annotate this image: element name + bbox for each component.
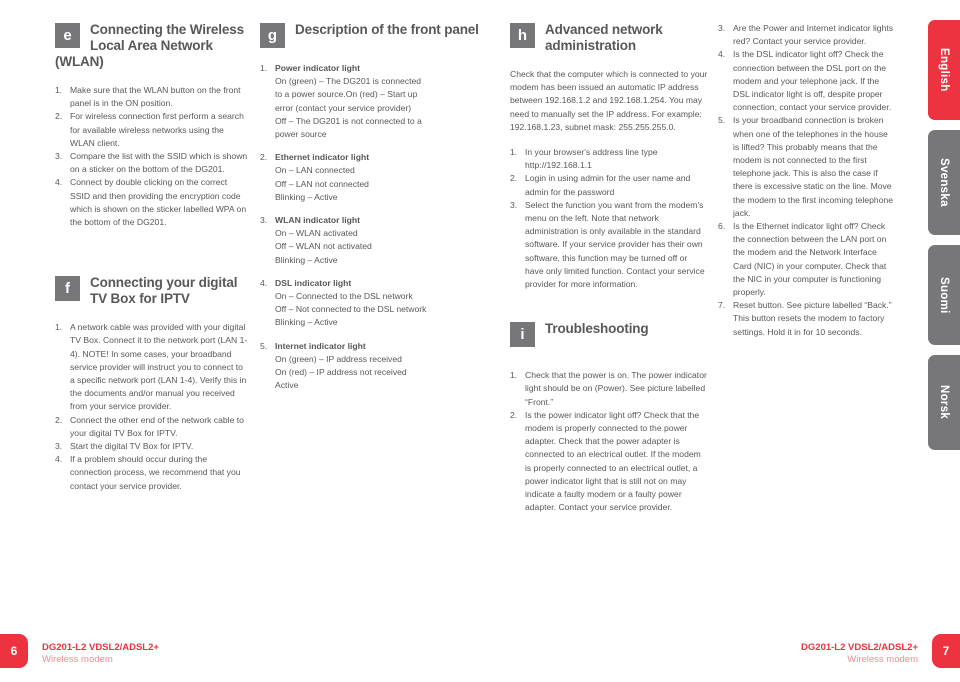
list-item: Is the DSL indicator light off? Check th… (718, 48, 892, 113)
column-three: h Advanced network administration Check … (510, 22, 718, 514)
tab-english[interactable]: English (928, 20, 960, 120)
indicator-line: Off – Not connected to the DSL network (275, 304, 427, 315)
indicator-line: Blinking – Active (275, 317, 338, 328)
list-item: Are the Power and Internet indicator lig… (718, 22, 894, 47)
indicator-line: Blinking – Active (275, 254, 338, 265)
section-title-h: Advanced network administration (545, 22, 663, 53)
tab-english-label: English (938, 48, 950, 92)
indicator-heading: DSL indicator light (275, 277, 352, 288)
section-badge-g: g (260, 23, 285, 48)
section-i-steps-right: Are the Power and Internet indicator lig… (718, 22, 896, 339)
indicator-line: to a power source.On (red) – Start up (275, 89, 418, 100)
indicator-heading: Power indicator light (275, 63, 360, 73)
section-badge-h: h (510, 23, 535, 48)
tab-svenska[interactable]: Svenska (928, 130, 960, 235)
footer-left: 6 DG201-L2 VDSL2/ADSL2+ Wireless modem (0, 634, 159, 668)
section-e-steps: Make sure that the WLAN button on the fr… (55, 84, 248, 229)
section-f-steps: A network cable was provided with your d… (55, 321, 248, 493)
list-item: A network cable was provided with your d… (55, 321, 248, 412)
language-tab-strip: English Svenska Suomi Norsk (928, 20, 960, 460)
indicator-line: On – WLAN activated (275, 228, 358, 239)
indicator-line: error (contact your service provider) (275, 102, 412, 113)
column-one: e Connecting the Wireless Local Area Net… (55, 22, 260, 493)
section-h-intro: Check that the computer which is connect… (510, 69, 708, 132)
section-heading-e: e Connecting the Wireless Local Area Net… (55, 22, 248, 70)
section-heading-h: h Advanced network administration (510, 22, 708, 54)
list-item: Select the function you want from the mo… (510, 199, 705, 290)
list-item: Connect by double clicking on the correc… (55, 176, 247, 228)
list-item: Internet indicator light On (green) – IP… (260, 340, 498, 393)
tab-suomi-label: Suomi (938, 276, 950, 314)
section-i-steps-left: Check that the power is on. The power in… (510, 369, 708, 514)
list-item: Check that the power is on. The power in… (510, 369, 707, 407)
section-title-g: Description of the front panel (295, 22, 479, 37)
section-heading-f: f Connecting your digital TV Box for IPT… (55, 275, 248, 307)
tab-norsk[interactable]: Norsk (928, 355, 960, 450)
indicator-line: Active (275, 380, 299, 391)
list-item: Ethernet indicator light On – LAN connec… (260, 151, 498, 204)
page-number-right: 7 (932, 634, 960, 668)
footer-right-subtitle: Wireless modem (847, 654, 918, 665)
list-item: Login in using admin for the user name a… (510, 172, 691, 197)
indicator-line: power source (275, 129, 327, 140)
tab-svenska-label: Svenska (938, 158, 950, 207)
indicator-heading: Ethernet indicator light (275, 152, 370, 163)
list-item: Power indicator light On (green) – The D… (260, 62, 498, 141)
list-item: Make sure that the WLAN button on the fr… (55, 84, 241, 109)
tab-suomi[interactable]: Suomi (928, 245, 960, 345)
list-item: Is your broadband connection is broken w… (718, 114, 894, 218)
section-badge-e: e (55, 23, 80, 48)
page-number-left: 6 (0, 634, 28, 668)
section-title-e: Connecting the Wireless Local Area Netwo… (55, 22, 244, 69)
tab-norsk-label: Norsk (938, 385, 950, 420)
footer-left-subtitle: Wireless modem (42, 654, 113, 665)
list-item: Is the power indicator light off? Check … (510, 409, 701, 513)
section-h-steps: In your browser's address line type http… (510, 146, 708, 291)
list-item: WLAN indicator light On – WLAN activated… (260, 214, 498, 267)
section-g-items: Power indicator light On (green) – The D… (260, 62, 498, 392)
content-columns: e Connecting the Wireless Local Area Net… (55, 22, 900, 612)
footer-right-title: DG201-L2 VDSL2/ADSL2+ (801, 642, 918, 653)
section-title-i: Troubleshooting (545, 321, 649, 337)
indicator-line: On (green) – IP address received (275, 353, 402, 364)
section-title-f: Connecting your digital TV Box for IPTV (90, 275, 238, 307)
list-item: In your browser's address line type http… (510, 146, 658, 171)
indicator-heading: WLAN indicator light (275, 215, 360, 226)
indicator-heading: Internet indicator light (275, 340, 366, 351)
column-four: Are the Power and Internet indicator lig… (718, 22, 900, 339)
indicator-line: Off – WLAN not activated (275, 241, 372, 252)
list-item: Start the digital TV Box for IPTV. (55, 440, 194, 453)
list-item: DSL indicator light On – Connected to th… (260, 277, 498, 330)
footer-right: DG201-L2 VDSL2/ADSL2+ Wireless modem 7 (801, 634, 960, 668)
footer-left-title: DG201-L2 VDSL2/ADSL2+ (42, 642, 159, 653)
indicator-line: Off – The DG201 is not connected to a (275, 115, 422, 126)
indicator-line: Off – LAN not connected (275, 178, 369, 189)
column-two: g Description of the front panel Power i… (260, 22, 510, 402)
indicator-line: On – Connected to the DSL network (275, 291, 413, 302)
list-item: Is the Ethernet indicator light off? Che… (718, 220, 887, 298)
section-heading-i: i Troubleshooting (510, 321, 708, 348)
footer-left-text: DG201-L2 VDSL2/ADSL2+ Wireless modem (42, 642, 159, 668)
list-item: Compare the list with the SSID which is … (55, 150, 248, 175)
list-item: For wireless connection first perform a … (55, 110, 244, 148)
indicator-line: On – LAN connected (275, 165, 355, 176)
section-badge-i: i (510, 322, 535, 348)
indicator-line: On (green) – The DG201 is connected (275, 76, 422, 87)
indicator-line: On (red) – IP address not received (275, 367, 407, 378)
section-heading-g: g Description of the front panel (260, 22, 498, 48)
list-item: Connect the other end of the network cab… (55, 414, 244, 438)
list-item: Reset button. See picture labelled “Back… (718, 299, 892, 337)
list-item: If a problem should occur during the con… (55, 453, 241, 491)
manual-page-spread: e Connecting the Wireless Local Area Net… (0, 0, 960, 682)
indicator-line: Blinking – Active (275, 191, 338, 202)
section-badge-f: f (55, 276, 80, 302)
footer-right-text: DG201-L2 VDSL2/ADSL2+ Wireless modem (801, 642, 918, 668)
